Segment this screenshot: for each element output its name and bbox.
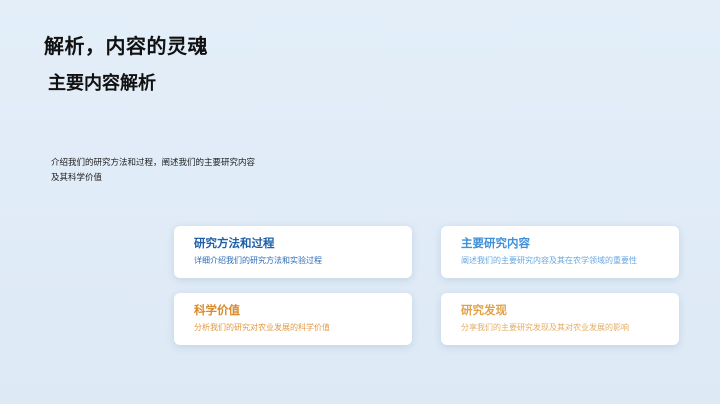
card-research-method: 研究方法和过程 详细介绍我们的研究方法和实验过程 [174, 226, 412, 278]
card-description: 详细介绍我们的研究方法和实验过程 [194, 256, 322, 265]
slide-title: 解析，内容的灵魂 [44, 34, 208, 58]
card-description: 分享我们的主要研究发现及其对农业发展的影响 [461, 323, 629, 332]
card-title: 研究方法和过程 [194, 236, 275, 250]
card-description: 阐述我们的主要研究内容及其在农学领域的重要性 [461, 256, 637, 265]
card-title: 研究发现 [461, 303, 507, 317]
card-title: 科学价值 [194, 303, 240, 317]
slide: 解析，内容的灵魂 主要内容解析 介绍我们的研究方法和过程，阐述我们的主要研究内容… [0, 0, 720, 404]
card-findings: 研究发现 分享我们的主要研究发现及其对农业发展的影响 [441, 293, 679, 345]
card-main-content: 主要研究内容 阐述我们的主要研究内容及其在农学领域的重要性 [441, 226, 679, 278]
card-title: 主要研究内容 [461, 236, 530, 250]
slide-subtitle: 主要内容解析 [48, 73, 156, 94]
card-scientific-value: 科学价值 分析我们的研究对农业发展的科学价值 [174, 293, 412, 345]
intro-text: 介绍我们的研究方法和过程，阐述我们的主要研究内容及其科学价值 [51, 158, 256, 183]
card-description: 分析我们的研究对农业发展的科学价值 [194, 323, 330, 332]
